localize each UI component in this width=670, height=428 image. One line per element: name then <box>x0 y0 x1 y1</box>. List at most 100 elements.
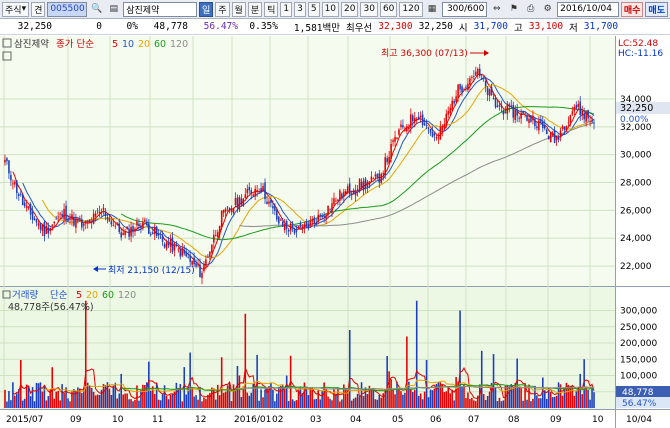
market-select[interactable]: 주식 ▾ <box>2 1 30 17</box>
volume-bar <box>98 394 101 408</box>
zoom-icon[interactable]: ⇔ <box>489 2 504 17</box>
candle-body <box>140 225 142 229</box>
candle-body <box>17 194 20 197</box>
candle-body <box>63 209 65 220</box>
volume-bar <box>443 392 446 408</box>
volume-bar <box>110 394 113 408</box>
volume-bar <box>421 399 424 408</box>
print-icon[interactable]: ⎙ <box>523 2 538 17</box>
candle-body <box>173 243 176 251</box>
volume-bar <box>209 392 211 408</box>
candle-body <box>443 123 446 128</box>
period-day-button[interactable]: 일 <box>198 1 214 17</box>
period-minute-button[interactable]: 분 <box>247 1 263 17</box>
volume-bar <box>486 395 489 408</box>
candle-body <box>130 226 132 237</box>
volume-bar <box>197 399 199 408</box>
volume-bar <box>593 392 595 408</box>
period-month-button[interactable]: 월 <box>231 1 246 17</box>
flag-icon[interactable]: ⚑ <box>506 2 521 17</box>
minute-10-button[interactable]: 10 <box>321 1 340 17</box>
volume-bar <box>69 401 71 408</box>
period-week-button[interactable]: 주 <box>215 1 230 17</box>
volume-bar <box>453 400 455 408</box>
volume-bar <box>445 391 448 408</box>
volume-bar <box>59 400 61 408</box>
minute-1-button[interactable]: 1 <box>280 1 293 17</box>
candle-body <box>419 115 422 118</box>
candle-body <box>236 197 239 208</box>
search-icon[interactable]: 🔍 <box>89 2 104 17</box>
candle-body <box>151 232 154 235</box>
candle-body <box>49 228 52 232</box>
volume-bar <box>157 399 160 408</box>
chart-area[interactable]: 삼진제약 종가 단순 5 10 20 60 120 최고 36,300 (07/… <box>0 36 670 428</box>
candle-body <box>301 226 304 229</box>
price-ma-60: 60 <box>154 39 166 50</box>
quote-priority-label: 최우선 <box>346 22 373 34</box>
candle-body <box>345 191 347 195</box>
candle-body <box>59 213 61 215</box>
volume-bar <box>213 388 215 408</box>
candle-body <box>73 217 75 226</box>
volume-bar <box>327 396 329 408</box>
stock-name-field[interactable]: 삼진제약 <box>123 1 197 17</box>
candle-body <box>463 89 465 91</box>
candle-body <box>144 219 146 222</box>
mode-button[interactable]: 견 <box>31 1 46 17</box>
volume-bar <box>356 393 359 408</box>
stock-code-input[interactable]: 005500 <box>47 1 88 17</box>
candle-body <box>317 214 319 222</box>
candle-body <box>47 227 50 234</box>
candle-body <box>329 208 331 210</box>
sell-button[interactable]: 매도 <box>645 1 668 17</box>
minute-5-button[interactable]: 5 <box>307 1 320 17</box>
volume-bar <box>404 392 406 408</box>
volume-bar <box>447 386 450 408</box>
volume-bar <box>518 387 520 408</box>
period-tick-button[interactable]: 틱 <box>264 1 279 17</box>
minute-3-button[interactable]: 3 <box>294 1 306 17</box>
candle-body <box>274 205 276 211</box>
volume-bar <box>246 392 249 408</box>
candle-body <box>376 174 379 177</box>
candle-body <box>289 223 292 231</box>
volume-bar <box>214 399 217 408</box>
volume-tick-label: 300,000 <box>620 307 657 317</box>
candle-body <box>126 226 128 230</box>
candle-body <box>510 105 513 107</box>
page-count-field[interactable]: 300/600 <box>441 1 488 17</box>
volume-bar <box>55 391 57 408</box>
volume-bar <box>471 397 473 408</box>
candle-body <box>61 213 63 217</box>
candle-body <box>542 121 544 129</box>
candle-body <box>187 256 189 258</box>
candle-body <box>404 128 406 131</box>
candle-body <box>195 263 197 267</box>
candle-body <box>339 190 341 201</box>
quote-change: 0 <box>96 21 102 32</box>
volume-bar <box>561 395 564 408</box>
gear-icon[interactable]: ⚙ <box>540 2 555 17</box>
stock-list-icon[interactable]: ▤ <box>106 2 121 17</box>
buy-button[interactable]: 매수 <box>620 1 644 17</box>
volume-bar <box>102 383 105 408</box>
candle-body <box>246 189 249 194</box>
bar-chart-icon[interactable]: ▦ <box>425 2 440 17</box>
minute-60-button[interactable]: 60 <box>379 1 398 17</box>
volume-bar <box>280 385 282 408</box>
volume-bar <box>47 396 50 408</box>
candle-body <box>543 125 546 129</box>
candle-body <box>372 178 375 180</box>
candle-body <box>114 225 117 227</box>
volume-bar <box>124 393 126 408</box>
minute-30-button[interactable]: 30 <box>360 1 378 17</box>
candle-body <box>216 232 219 237</box>
current-price-label: 32,250 <box>620 103 653 114</box>
date-field[interactable]: 2016/10/04 <box>557 1 619 17</box>
minute-20-button[interactable]: 20 <box>341 1 359 17</box>
stock-chart[interactable]: 삼진제약 종가 단순 5 10 20 60 120 최고 36,300 (07/… <box>0 36 670 428</box>
volume-bar <box>132 401 134 408</box>
minute-120-button[interactable]: 120 <box>399 1 423 17</box>
volume-bar <box>480 350 483 408</box>
